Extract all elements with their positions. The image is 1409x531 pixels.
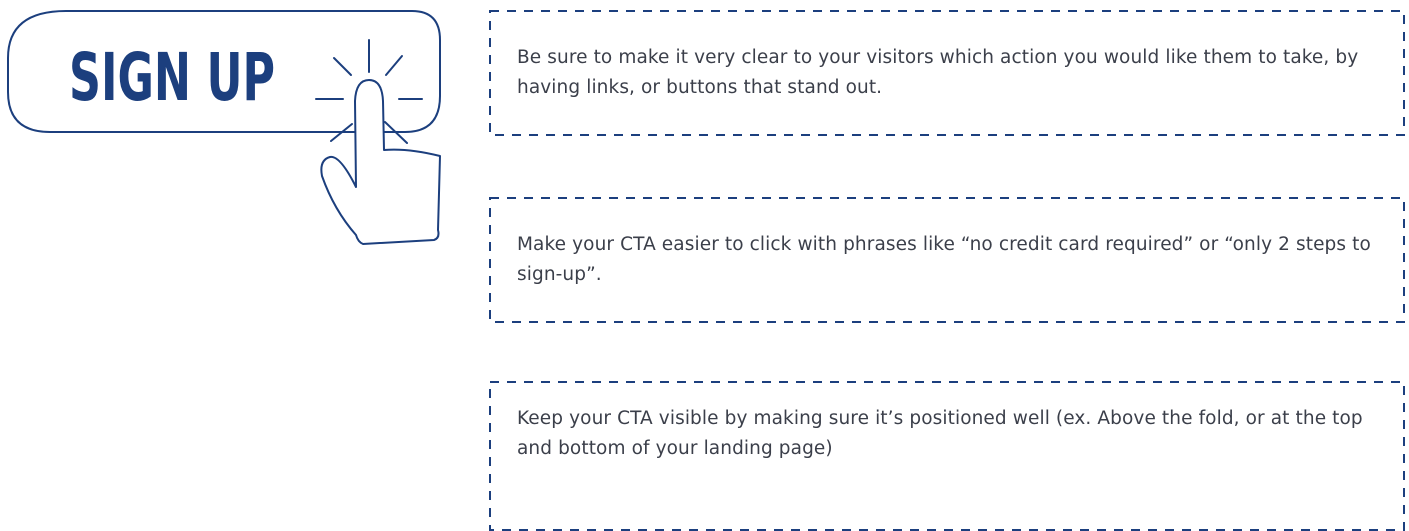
signup-button-label: SIGN UP bbox=[69, 39, 275, 116]
tip-box-2: Make your CTA easier to click with phras… bbox=[489, 197, 1405, 323]
tip-text-1: Be sure to make it very clear to your vi… bbox=[517, 47, 1359, 98]
tip-box-3: Keep your CTA visible by making sure it’… bbox=[489, 381, 1405, 531]
tip-text-3: Keep your CTA visible by making sure it’… bbox=[517, 408, 1363, 459]
signup-illustration: SIGN UP bbox=[7, 10, 441, 245]
tip-box-1: Be sure to make it very clear to your vi… bbox=[489, 10, 1405, 136]
tip-text-2: Make your CTA easier to click with phras… bbox=[517, 234, 1371, 285]
